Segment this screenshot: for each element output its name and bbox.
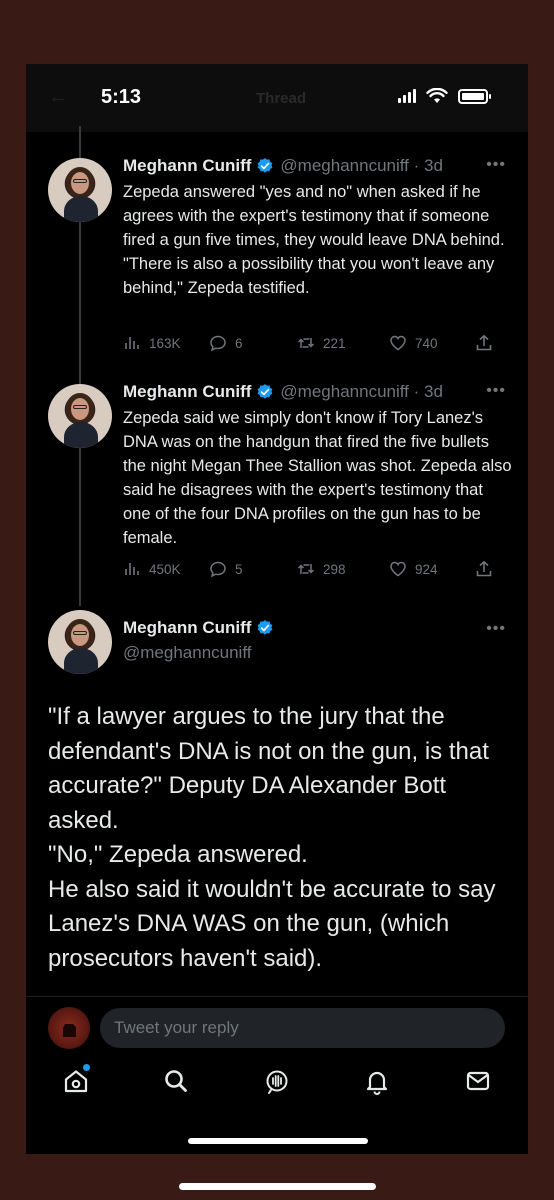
like-count: 924 [415, 561, 438, 577]
views-icon [125, 337, 139, 349]
views-icon [125, 563, 139, 575]
tweet-time: 3d [424, 382, 443, 401]
wifi-icon [426, 88, 448, 103]
separator-dot: · [408, 382, 425, 401]
reply-button[interactable]: 5 [209, 560, 297, 578]
like-button[interactable]: 740 [389, 334, 475, 352]
tweet-header: Meghann Cuniff [123, 618, 280, 638]
separator-dot: · [408, 156, 425, 175]
status-bar: ← 5:13 Thread [26, 64, 528, 132]
more-options-icon[interactable]: ••• [486, 156, 506, 174]
verified-badge-icon [257, 384, 273, 399]
verified-badge-icon [257, 620, 273, 635]
reply-input[interactable]: Tweet your reply [100, 1008, 505, 1048]
retweet-icon [297, 338, 315, 348]
author-handle: @meghanncuniff [280, 382, 409, 401]
tweet-text: Zepeda answered "yes and no" when asked … [123, 183, 505, 297]
verified-badge-icon [257, 158, 273, 173]
author-handle: @meghanncuniff [123, 643, 252, 662]
thread-connector [79, 448, 81, 606]
spaces-icon [266, 1070, 288, 1094]
reply-icon [210, 335, 226, 352]
author-name[interactable]: Meghann Cuniff [123, 382, 251, 402]
thread-connector [79, 210, 81, 384]
tweet-time: 3d [424, 156, 443, 175]
tab-spaces[interactable] [263, 1067, 291, 1095]
retweet-count: 221 [323, 335, 346, 351]
bottom-tab-bar [26, 1059, 528, 1119]
main-tweet-text: "If a lawyer argues to the jury that the… [48, 703, 496, 972]
tweet-handle-row: @meghanncuniff [123, 643, 251, 663]
avatar[interactable] [48, 384, 112, 448]
share-button[interactable] [475, 560, 493, 578]
more-options-icon[interactable]: ••• [486, 620, 506, 638]
views-button[interactable]: 450K [123, 560, 209, 578]
author-name[interactable]: Meghann Cuniff [123, 156, 251, 176]
retweet-button[interactable]: 221 [297, 334, 389, 352]
author-handle: @meghanncuniff [280, 156, 409, 175]
reply-count: 6 [235, 335, 243, 351]
tweet-header: Meghann Cuniff @meghanncuniff · 3d [123, 382, 443, 402]
tab-home[interactable] [62, 1064, 90, 1095]
avatar[interactable] [48, 158, 112, 222]
thread-connector [79, 126, 81, 158]
battery-icon [458, 88, 491, 104]
heart-icon [390, 561, 406, 577]
reply-count: 5 [235, 561, 243, 577]
reply-icon [210, 561, 226, 578]
home-icon [64, 1070, 88, 1093]
retweet-icon [297, 564, 315, 574]
avatar[interactable] [48, 610, 112, 674]
back-arrow-icon[interactable]: ← [48, 86, 68, 109]
notifications-icon [366, 1071, 388, 1095]
views-count: 450K [149, 561, 181, 577]
page-title: Thread [256, 90, 307, 107]
user-avatar[interactable] [48, 1007, 90, 1049]
retweet-count: 298 [323, 561, 346, 577]
heart-icon [390, 335, 406, 351]
home-indicator [188, 1138, 368, 1144]
retweet-button[interactable]: 298 [297, 560, 389, 578]
tweet-header: Meghann Cuniff @meghanncuniff · 3d [123, 156, 443, 176]
share-icon [476, 560, 492, 577]
cellular-signal-icon [398, 89, 416, 103]
search-icon [165, 1070, 187, 1092]
share-icon [476, 334, 492, 351]
share-button[interactable] [475, 334, 493, 352]
messages-icon [466, 1071, 490, 1091]
tweet-actions: 450K 5 298 924 [123, 560, 493, 578]
views-count: 163K [149, 335, 181, 351]
reply-button[interactable]: 6 [209, 334, 297, 352]
author-name[interactable]: Meghann Cuniff [123, 618, 251, 638]
like-button[interactable]: 924 [389, 560, 475, 578]
views-button[interactable]: 163K [123, 334, 209, 352]
outer-home-indicator [179, 1183, 376, 1190]
phone-screen: ← 5:13 Thread Meghann Cuniff @meghanncun… [26, 64, 528, 1154]
tweet-text: Zepeda said we simply don't know if Tory… [123, 409, 512, 547]
fist-icon [63, 1024, 76, 1037]
status-time: 5:13 [101, 86, 142, 108]
notification-dot [83, 1064, 90, 1071]
status-icons [398, 88, 491, 104]
more-options-icon[interactable]: ••• [486, 382, 506, 400]
like-count: 740 [415, 335, 438, 351]
tweet-actions: 163K 6 221 740 [123, 334, 493, 352]
tab-messages[interactable] [464, 1067, 492, 1095]
reply-bar: Tweet your reply [26, 997, 528, 1057]
tab-notifications[interactable] [363, 1067, 391, 1095]
tab-search[interactable] [162, 1067, 190, 1095]
